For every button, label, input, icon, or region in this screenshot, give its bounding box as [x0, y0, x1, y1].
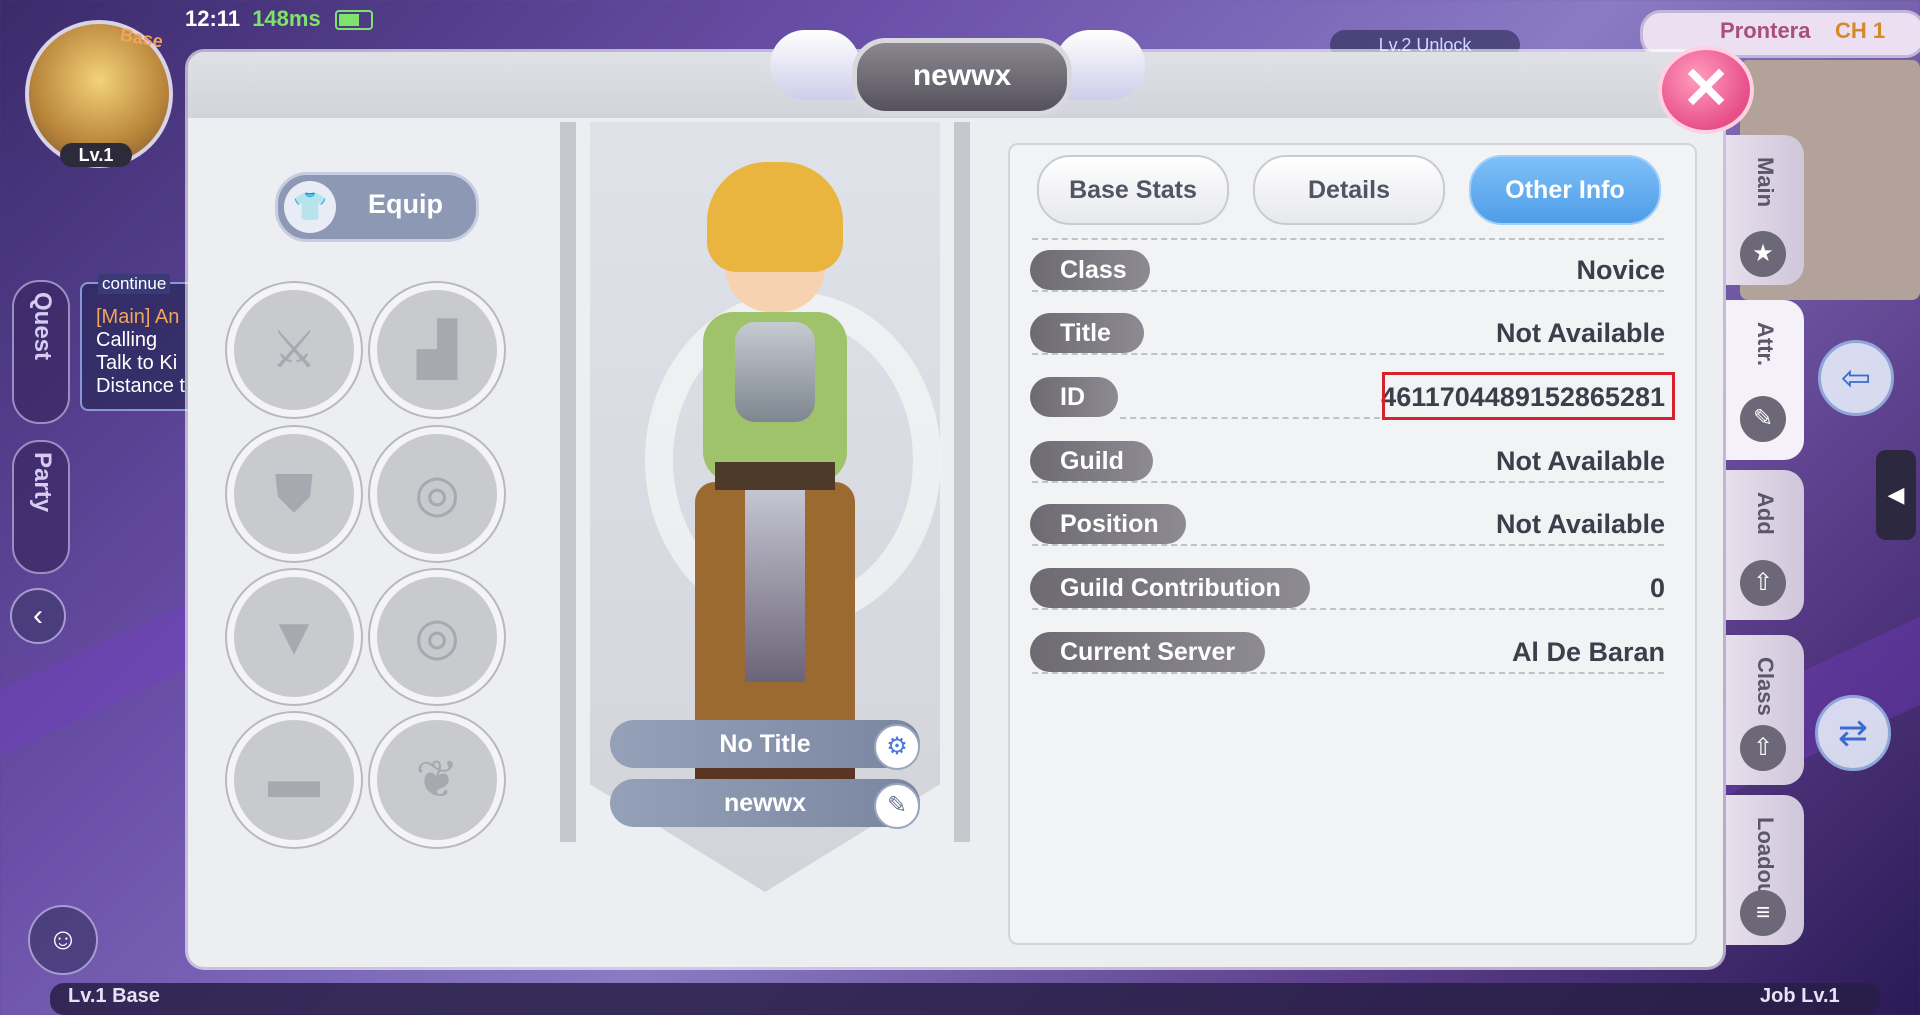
- boots-icon: ▟: [417, 321, 457, 379]
- info-row-label: Guild Contribution: [1030, 568, 1310, 608]
- frame-bar: [954, 122, 970, 842]
- equip-slot-shoes[interactable]: ▟: [370, 283, 504, 417]
- side-tab-label: Attr.: [1753, 322, 1778, 366]
- map-town: Prontera: [1720, 18, 1811, 43]
- swap-icon[interactable]: ⇄: [1815, 695, 1891, 771]
- left-wing-ornament: [770, 30, 860, 100]
- equip-slot-accessory[interactable]: ◎: [370, 427, 504, 561]
- side-tab-loadout[interactable]: Loadout ≡: [1726, 795, 1804, 945]
- equip-slot-weapon[interactable]: ⚔: [227, 283, 361, 417]
- sword-icon: ⚔: [270, 321, 318, 379]
- channel-select[interactable]: CH 1: [1835, 18, 1885, 44]
- equip-toggle[interactable]: 👕 Equip: [275, 172, 479, 242]
- status-line: 12:11 148ms: [185, 6, 373, 32]
- quest-line: Calling: [96, 329, 158, 351]
- row-divider: [1120, 417, 1380, 419]
- side-tab-class[interactable]: Class ⇧: [1726, 635, 1804, 785]
- info-row-value: Novice: [1576, 255, 1665, 285]
- quest-continue: continue: [98, 274, 171, 294]
- info-row-label: Title: [1030, 313, 1144, 353]
- party-tab[interactable]: Party: [12, 440, 70, 574]
- battery-icon: [334, 10, 373, 31]
- row-divider: [1032, 544, 1664, 546]
- pencil-icon: ✎: [1740, 396, 1786, 442]
- close-button[interactable]: ✕: [1658, 46, 1754, 134]
- shirt-icon: 👕: [284, 181, 336, 233]
- info-row-value: Not Available: [1495, 318, 1665, 348]
- row-divider: [1032, 238, 1664, 240]
- info-row-label: Position: [1030, 504, 1186, 544]
- info-row-value: Not Available: [1495, 509, 1665, 539]
- accessory-icon: ◎: [414, 608, 460, 666]
- dialog-title: newwx: [852, 38, 1072, 116]
- base-level: Lv.1 Base: [68, 985, 160, 1007]
- row-divider: [1032, 353, 1664, 355]
- gear-icon[interactable]: ⚙: [874, 724, 920, 770]
- upgrade-icon: ⇧: [1740, 560, 1786, 606]
- emote-icon[interactable]: ☺: [28, 905, 98, 975]
- equip-slot-accessory[interactable]: ◎: [370, 570, 504, 704]
- accessory-icon: ◎: [414, 465, 460, 523]
- character-hair: [707, 162, 843, 272]
- side-tab-add[interactable]: Add ⇧: [1726, 470, 1804, 620]
- equip-slot-cape[interactable]: ▬: [227, 713, 361, 847]
- back-arrow-icon[interactable]: ⇦: [1818, 340, 1894, 416]
- id-highlight-box: [1382, 372, 1675, 420]
- document-icon: ≡: [1740, 890, 1786, 936]
- row-divider: [1032, 481, 1664, 483]
- tab-other-info[interactable]: Other Info: [1469, 155, 1661, 225]
- back-arrow-icon[interactable]: ‹: [10, 588, 66, 644]
- side-tab-attr[interactable]: Attr. ✎: [1726, 300, 1804, 460]
- frame-bar: [560, 122, 576, 842]
- info-row-label: Guild: [1030, 441, 1153, 481]
- side-tab-main[interactable]: Main ★: [1726, 135, 1804, 285]
- party-tab-label: Party: [29, 452, 56, 513]
- info-row-label: Current Server: [1030, 632, 1265, 672]
- avatar-level: Lv.1: [60, 143, 132, 167]
- equip-slot-shield[interactable]: ⛊: [227, 427, 361, 561]
- info-row-value: Al De Baran: [1511, 637, 1665, 667]
- row-divider: [1032, 290, 1664, 292]
- equip-slot-pet[interactable]: ❦: [370, 713, 504, 847]
- equip-slot-armor[interactable]: ▼: [227, 570, 361, 704]
- side-tab-label: Main: [1753, 157, 1778, 208]
- clock: 12:11: [185, 6, 241, 31]
- star-icon: ★: [1740, 231, 1786, 277]
- info-row-label: ID: [1030, 377, 1118, 417]
- row-divider: [1032, 672, 1664, 674]
- character-belt: [715, 462, 835, 490]
- equip-label: Equip: [368, 189, 443, 219]
- character-apron: [745, 482, 805, 682]
- tab-base-stats[interactable]: Base Stats: [1037, 155, 1229, 225]
- armor-icon: ▼: [268, 608, 320, 666]
- row-divider: [1032, 608, 1664, 610]
- quest-tracker[interactable]: [Main] An Calling Talk to Ki Distance t: [80, 282, 194, 411]
- side-tab-label: Class: [1753, 657, 1778, 716]
- quest-tab-label: Quest: [29, 292, 56, 361]
- collapse-icon[interactable]: ◀: [1876, 450, 1916, 540]
- job-level: Job Lv.1: [1760, 985, 1840, 1007]
- cape-icon: ▬: [268, 751, 320, 809]
- info-row-value: Not Available: [1495, 446, 1665, 476]
- quest-tab[interactable]: Quest: [12, 280, 70, 424]
- info-row-value: 0: [1649, 573, 1665, 603]
- info-row-label: Class: [1030, 250, 1150, 290]
- quest-line: Talk to Ki: [96, 352, 178, 374]
- tab-details[interactable]: Details: [1253, 155, 1445, 225]
- pencil-icon[interactable]: ✎: [874, 783, 920, 829]
- ping: 148ms: [252, 6, 321, 31]
- side-tab-label: Add: [1753, 492, 1778, 535]
- shield-icon: ⛊: [274, 465, 314, 523]
- exp-bar: [50, 983, 1880, 1015]
- character-armor: [735, 322, 815, 422]
- quest-line: Distance t: [96, 375, 185, 397]
- pet-icon: ❦: [415, 751, 459, 809]
- upgrade-icon: ⇧: [1740, 725, 1786, 771]
